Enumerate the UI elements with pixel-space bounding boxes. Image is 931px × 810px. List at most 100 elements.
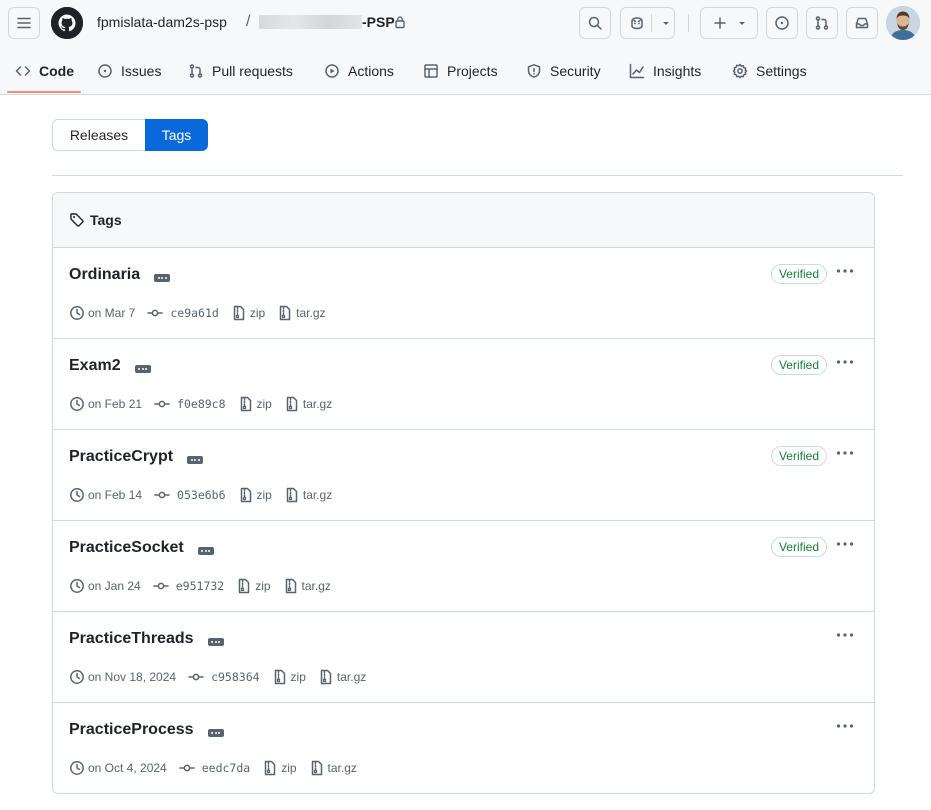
download-targz-link[interactable]: tar.gz — [328, 761, 357, 775]
tag-date: on Jan 24 — [88, 579, 141, 593]
tag-message-toggle[interactable] — [207, 729, 224, 737]
commit-icon — [147, 309, 164, 317]
clock-icon — [70, 306, 84, 320]
file-zip-icon — [285, 578, 296, 594]
tab-security-label: Security — [550, 63, 601, 79]
tag-message-toggle[interactable] — [207, 638, 224, 646]
file-zip-icon — [240, 396, 251, 412]
commit-icon — [154, 400, 170, 408]
clock-icon — [70, 761, 84, 775]
tag-meta: on Nov 18, 2024 c958364 zip tar.gz — [69, 669, 366, 685]
verified-badge[interactable]: Verified — [770, 264, 827, 284]
tab-issues[interactable]: Issues — [97, 48, 161, 94]
kebab-menu-icon[interactable] — [836, 268, 854, 274]
download-zip-link[interactable]: zip — [257, 488, 272, 502]
copilot-icon — [631, 17, 643, 30]
hamburger-icon — [17, 17, 31, 29]
file-zip-icon — [279, 305, 291, 321]
tab-insights[interactable]: Insights — [629, 48, 701, 94]
tab-actions[interactable]: Actions — [324, 48, 394, 94]
tags-toggle-button[interactable]: Tags — [145, 119, 208, 151]
kebab-menu-icon[interactable] — [836, 723, 854, 729]
commit-sha-link[interactable]: ce9a61d — [170, 306, 218, 320]
copilot-button[interactable] — [620, 7, 675, 39]
tag-name-link[interactable]: Ordinaria — [69, 266, 140, 284]
download-zip-link[interactable]: zip — [255, 579, 270, 593]
tab-projects[interactable]: Projects — [423, 48, 498, 94]
download-targz-link[interactable]: tar.gz — [303, 488, 332, 502]
tab-security[interactable]: Security — [526, 48, 601, 94]
search-button[interactable] — [579, 7, 611, 39]
tab-code-label: Code — [39, 63, 74, 79]
chevron-down-icon — [663, 22, 669, 25]
menu-button[interactable] — [8, 7, 40, 39]
kebab-menu-icon[interactable] — [836, 359, 854, 365]
table-icon — [424, 64, 438, 78]
tags-box: Tags Ordinaria Verified on Mar 7 ce9a61d… — [52, 192, 875, 794]
download-zip-link[interactable]: zip — [250, 306, 265, 320]
tag-message-toggle[interactable] — [197, 547, 214, 555]
github-logo[interactable] — [51, 7, 83, 39]
releases-toggle-button[interactable]: Releases — [52, 119, 145, 151]
tag-name-link[interactable]: PracticeCrypt — [69, 448, 173, 466]
kebab-menu-icon[interactable] — [836, 450, 854, 456]
create-new-button[interactable] — [700, 7, 758, 39]
tab-settings[interactable]: Settings — [732, 48, 807, 94]
tag-date: on Mar 7 — [88, 306, 136, 320]
commit-sha-link[interactable]: eedc7da — [202, 761, 250, 775]
tab-pull-requests[interactable]: Pull requests — [188, 48, 293, 94]
download-zip-link[interactable]: zip — [291, 670, 306, 684]
tag-meta: on Jan 24 e951732 zip tar.gz — [69, 578, 331, 594]
kebab-menu-icon[interactable] — [836, 541, 854, 547]
download-targz-link[interactable]: tar.gz — [296, 306, 325, 320]
issues-button[interactable] — [766, 7, 798, 39]
tag-message-toggle[interactable] — [154, 274, 171, 282]
file-zip-icon — [311, 760, 322, 776]
pull-requests-button[interactable] — [806, 7, 838, 39]
verified-badge[interactable]: Verified — [770, 537, 827, 557]
repo-owner-link[interactable]: fpmislata-dam2s-psp — [97, 14, 227, 30]
tags-box-header: Tags — [53, 193, 874, 248]
tag-name-link[interactable]: Exam2 — [69, 357, 121, 375]
download-zip-link[interactable]: zip — [281, 761, 296, 775]
issue-icon — [98, 64, 112, 78]
commit-sha-link[interactable]: f0e89c8 — [177, 397, 225, 411]
code-icon — [15, 66, 31, 76]
verified-badge[interactable]: Verified — [770, 355, 827, 375]
tab-code[interactable]: Code — [15, 48, 74, 94]
kebab-menu-icon[interactable] — [836, 632, 854, 638]
commit-icon — [178, 764, 195, 772]
tab-insights-label: Insights — [653, 63, 702, 79]
tag-name-link[interactable]: PracticeThreads — [69, 630, 194, 648]
tag-row: Ordinaria Verified on Mar 7 ce9a61d zip … — [53, 248, 874, 339]
verified-badge[interactable]: Verified — [770, 446, 827, 466]
search-icon — [588, 16, 602, 30]
pull-request-icon — [189, 64, 203, 78]
avatar[interactable] — [886, 6, 920, 40]
user-avatar-image — [886, 6, 920, 40]
inbox-icon — [855, 17, 869, 29]
path-separator: / — [246, 13, 251, 30]
file-zip-icon — [233, 305, 245, 321]
commit-sha-link[interactable]: 053e6b6 — [177, 488, 225, 502]
clock-icon — [70, 579, 84, 593]
download-targz-link[interactable]: tar.gz — [337, 670, 366, 684]
download-targz-link[interactable]: tar.gz — [303, 397, 332, 411]
commit-sha-link[interactable]: e951732 — [176, 579, 224, 593]
tag-message-toggle[interactable] — [187, 456, 204, 464]
tag-message-toggle[interactable] — [134, 365, 151, 373]
repo-header: fpmislata-dam2s-psp / -PSP Code Issues P… — [0, 0, 931, 95]
inbox-button[interactable] — [846, 7, 878, 39]
tag-name-link[interactable]: PracticeSocket — [69, 539, 184, 557]
redacted-repo-name — [259, 15, 362, 29]
tab-issues-label: Issues — [121, 63, 162, 79]
tag-name-link[interactable]: PracticeProcess — [69, 721, 194, 739]
tag-meta: on Mar 7 ce9a61d zip tar.gz — [69, 305, 326, 321]
repo-name-link[interactable]: -PSP — [362, 14, 395, 30]
file-zip-icon — [286, 487, 298, 503]
commit-sha-link[interactable]: c958364 — [211, 670, 259, 684]
chevron-down-icon — [738, 22, 745, 25]
download-zip-link[interactable]: zip — [257, 397, 272, 411]
tag-row: PracticeThreads on Nov 18, 2024 c958364 … — [53, 612, 874, 703]
download-targz-link[interactable]: tar.gz — [302, 579, 331, 593]
